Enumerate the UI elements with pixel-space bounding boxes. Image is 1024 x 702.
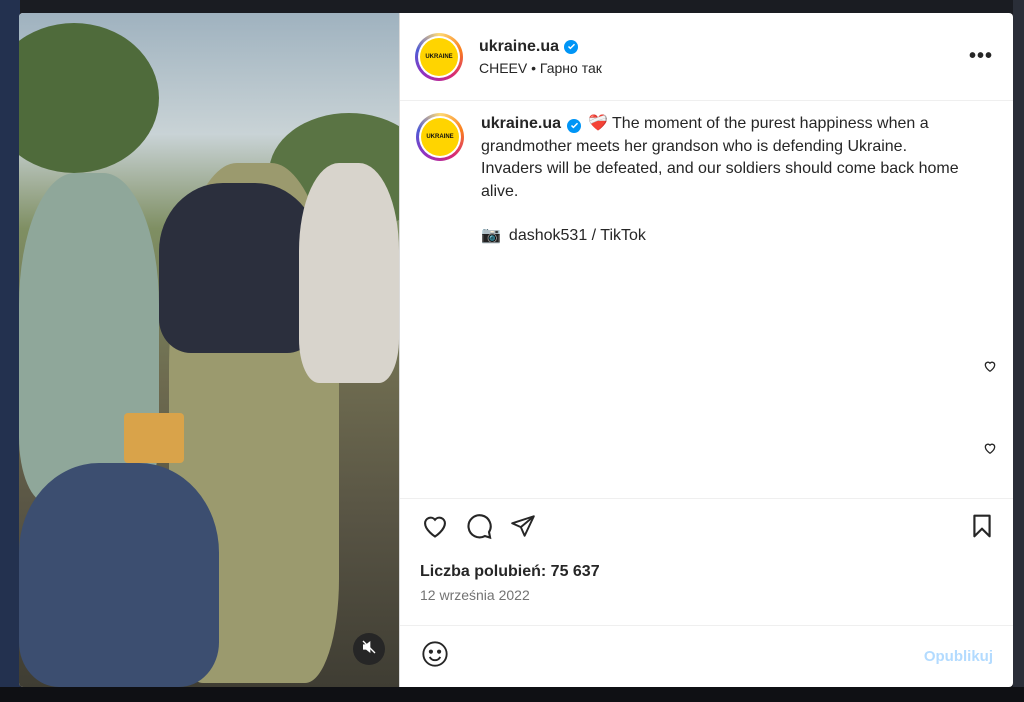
post-video[interactable] xyxy=(19,13,400,687)
photo-credit: dashok531 / TikTok xyxy=(508,227,646,244)
comment-input[interactable] xyxy=(464,647,924,666)
bookmark-icon xyxy=(969,513,995,544)
audio-link[interactable]: CHEEV • Гарно так xyxy=(479,60,969,76)
post-side-panel: UKRAINE ukraine.ua CHEEV • Гарно так •••… xyxy=(400,13,1013,687)
background-tile xyxy=(0,0,20,702)
avatar-logo: UKRAINE xyxy=(421,118,459,156)
emoji-icon xyxy=(421,640,449,673)
more-options-button[interactable]: ••• xyxy=(969,45,993,68)
caption-username-link[interactable]: ukraine.ua xyxy=(481,115,561,132)
comment-icon xyxy=(465,512,493,545)
emoji-button[interactable] xyxy=(420,640,450,673)
mute-button[interactable] xyxy=(353,633,385,665)
avatar-logo: UKRAINE xyxy=(420,37,458,76)
comment-like-heart-icon[interactable] xyxy=(983,441,997,460)
background-tile xyxy=(0,687,1024,702)
comment-bar: Opublikuj xyxy=(400,625,1013,687)
comment-like-heart-icon[interactable] xyxy=(983,359,997,378)
more-horizontal-icon: ••• xyxy=(968,45,993,67)
muted-speaker-icon xyxy=(361,639,377,660)
send-icon xyxy=(510,513,536,544)
video-scene xyxy=(124,413,184,463)
like-button[interactable] xyxy=(420,513,450,543)
video-scene xyxy=(19,23,159,173)
likes-count[interactable]: Liczba polubień: 75 637 xyxy=(420,563,997,581)
share-button[interactable] xyxy=(508,513,538,543)
mending-heart-emoji: ❤️‍🩹 xyxy=(587,115,608,132)
background-tile xyxy=(1013,0,1024,702)
post-date[interactable]: 12 września 2022 xyxy=(420,587,997,603)
verified-badge-icon xyxy=(567,118,582,133)
video-scene xyxy=(159,183,319,353)
post-modal: UKRAINE ukraine.ua CHEEV • Гарно так •••… xyxy=(19,13,1013,687)
save-button[interactable] xyxy=(967,513,997,543)
username-link[interactable]: ukraine.ua xyxy=(479,38,559,56)
post-caption: ukraine.ua ❤️‍🩹 The moment of the purest… xyxy=(481,113,961,248)
avatar[interactable]: UKRAINE xyxy=(415,32,463,81)
video-scene xyxy=(299,163,399,383)
caption-section: UKRAINE ukraine.ua ❤️‍🩹 The moment of th… xyxy=(400,101,1013,498)
video-scene xyxy=(19,463,219,687)
publish-button[interactable]: Opublikuj xyxy=(924,648,993,665)
verified-badge-icon xyxy=(564,39,579,54)
heart-icon xyxy=(421,512,449,545)
camera-emoji: 📷 xyxy=(481,227,501,244)
post-header: UKRAINE ukraine.ua CHEEV • Гарно так ••• xyxy=(400,13,1013,101)
caption-avatar[interactable]: UKRAINE xyxy=(416,113,464,161)
post-actions: Liczba polubień: 75 637 12 września 2022 xyxy=(400,498,1013,625)
comment-button[interactable] xyxy=(464,513,494,543)
